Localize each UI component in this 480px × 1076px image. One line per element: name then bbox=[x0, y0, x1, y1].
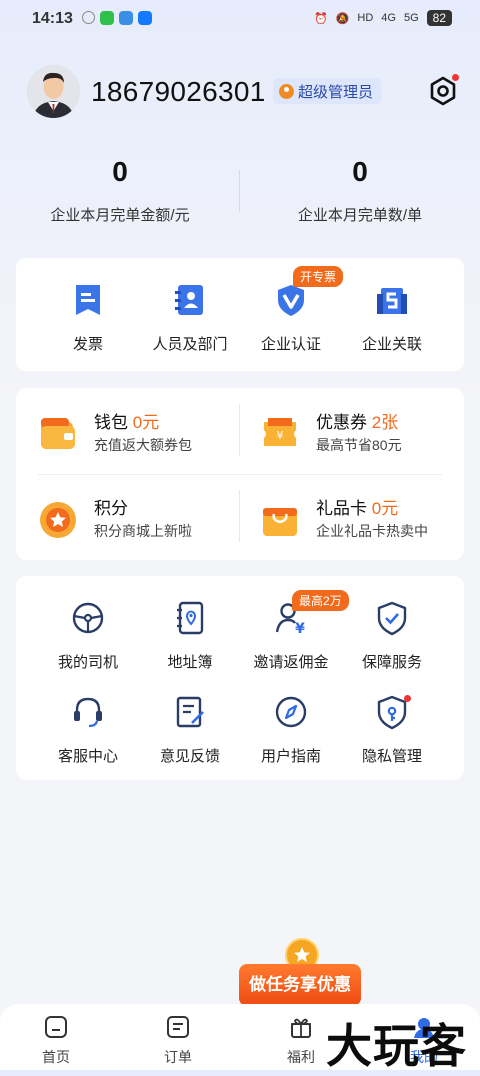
address-book-icon bbox=[177, 601, 204, 635]
signal-4g: 4G bbox=[381, 12, 396, 24]
svg-text:¥: ¥ bbox=[277, 429, 284, 442]
service-feedback[interactable]: 意见反馈 bbox=[134, 694, 246, 766]
task-promo-button[interactable]: 做任务享优惠 bbox=[239, 964, 361, 1006]
stat-amount-value: 0 bbox=[112, 156, 128, 187]
user-phone: 18679026301 bbox=[91, 76, 266, 107]
service-label: 隐私管理 bbox=[361, 748, 422, 765]
points-sub: 积分商城上新啦 bbox=[94, 523, 192, 539]
giftcard-item[interactable]: 礼品卡 0元 企业礼品卡热卖中 bbox=[260, 494, 470, 554]
shortcut-link[interactable]: 企业关联 bbox=[336, 282, 448, 354]
settings-button[interactable] bbox=[426, 74, 460, 108]
stat-orders-label: 企业本月完单数/单 bbox=[297, 207, 423, 224]
points-item[interactable]: 积分 积分商城上新啦 bbox=[38, 494, 248, 554]
shortcut-certification[interactable]: 企业认证 bbox=[235, 282, 347, 354]
giftcard-title: 礼品卡 0元 bbox=[316, 499, 399, 518]
divider bbox=[239, 404, 240, 456]
staff-icon bbox=[175, 285, 203, 315]
shortcut-label: 企业认证 bbox=[260, 336, 321, 353]
status-app-icons bbox=[82, 11, 152, 25]
role-label: 超级管理员 bbox=[298, 83, 374, 101]
divider bbox=[239, 490, 240, 542]
hd-badge: HD bbox=[357, 12, 374, 24]
status-time: 14:13 bbox=[32, 10, 73, 27]
steering-wheel-icon bbox=[72, 602, 104, 634]
wallet-icon bbox=[41, 418, 75, 449]
stat-amount[interactable]: 0 企业本月完单金额/元 bbox=[0, 156, 240, 225]
settings-notification-dot bbox=[452, 74, 459, 81]
invoice-icon bbox=[76, 285, 100, 315]
coupon-item[interactable]: ¥ 优惠券 2张 最高节省80元 bbox=[260, 408, 470, 468]
services-card: 我的司机 地址簿 ¥ 邀请返佣金 最高2万 保障服务 客服中心 意见反馈 用户指… bbox=[16, 576, 464, 780]
order-icon bbox=[167, 1016, 189, 1038]
signal-5g: 5G bbox=[403, 12, 419, 24]
nav-label: 订单 bbox=[164, 1049, 192, 1065]
giftcard-sub: 企业礼品卡热卖中 bbox=[316, 523, 428, 539]
service-user-guide[interactable]: 用户指南 bbox=[235, 694, 347, 766]
app-icon bbox=[119, 11, 133, 25]
gift-icon bbox=[291, 1018, 311, 1038]
shortcut-label: 企业关联 bbox=[361, 336, 422, 353]
shortcut-label: 人员及部门 bbox=[152, 336, 228, 353]
privacy-notification-dot bbox=[404, 695, 411, 702]
service-label: 我的司机 bbox=[57, 654, 118, 671]
points-icon bbox=[40, 502, 76, 538]
nav-label: 首页 bbox=[42, 1049, 70, 1065]
app-icon bbox=[100, 11, 114, 25]
service-label: 地址簿 bbox=[167, 654, 213, 671]
coupon-title: 优惠券 2张 bbox=[316, 413, 399, 432]
avatar[interactable] bbox=[27, 65, 80, 118]
nav-home[interactable]: 首页 bbox=[16, 1014, 96, 1067]
stat-orders[interactable]: 0 企业本月完单数/单 bbox=[240, 156, 480, 225]
svg-text:¥: ¥ bbox=[295, 621, 305, 636]
notification-icon bbox=[82, 11, 95, 24]
mute-icon: 🔕 bbox=[335, 12, 350, 25]
watermark-logo: 大玩客 bbox=[326, 1019, 467, 1073]
battery-level: 82 bbox=[426, 10, 452, 26]
service-my-driver[interactable]: 我的司机 bbox=[32, 600, 144, 672]
feedback-icon bbox=[176, 696, 204, 728]
service-address-book[interactable]: 地址簿 bbox=[134, 600, 246, 672]
coupon-sub: 最高节省80元 bbox=[316, 437, 402, 453]
service-label: 保障服务 bbox=[361, 654, 422, 671]
points-title: 积分 bbox=[94, 499, 128, 518]
home-icon bbox=[45, 1016, 67, 1038]
status-bar: 14:13 ⏰ 🔕 HD 4G 5G 82 bbox=[0, 0, 480, 38]
wallet-item[interactable]: 钱包 0元 充值返大额券包 bbox=[38, 408, 248, 468]
service-label: 邀请返佣金 bbox=[253, 654, 329, 671]
wallet-title: 钱包 0元 bbox=[94, 413, 160, 432]
service-privacy[interactable]: 隐私管理 bbox=[336, 694, 448, 766]
service-label: 客服中心 bbox=[57, 748, 118, 765]
nav-orders[interactable]: 订单 bbox=[138, 1014, 218, 1067]
link-icon bbox=[377, 288, 407, 314]
wallet-card: 钱包 0元 充值返大额券包 ¥ 优惠券 2张 最高节省80元 积分 积分商城上新… bbox=[16, 388, 464, 560]
app-icon bbox=[138, 11, 152, 25]
giftcard-balance: 0元 bbox=[371, 499, 399, 518]
enterprise-shortcuts-card: 发票 人员及部门 企业认证 开专票 企业关联 bbox=[16, 258, 464, 371]
role-badge: 超级管理员 bbox=[273, 78, 382, 104]
wallet-sub: 充值返大额券包 bbox=[94, 437, 192, 453]
service-protection[interactable]: 保障服务 bbox=[336, 600, 448, 672]
shortcut-label: 发票 bbox=[72, 336, 103, 353]
certification-icon bbox=[278, 285, 304, 316]
role-icon bbox=[279, 83, 294, 99]
status-indicators: ⏰ 🔕 HD 4G 5G 82 bbox=[314, 10, 452, 26]
coupon-icon: ¥ bbox=[264, 418, 296, 446]
coupon-count: 2张 bbox=[371, 413, 399, 432]
stat-amount-label: 企业本月完单金额/元 bbox=[50, 207, 190, 224]
alarm-icon: ⏰ bbox=[313, 12, 328, 25]
headset-icon bbox=[74, 697, 102, 728]
avatar-image bbox=[27, 65, 80, 118]
service-customer-center[interactable]: 客服中心 bbox=[32, 694, 144, 766]
wallet-balance: 0元 bbox=[132, 413, 160, 432]
giftcard-icon bbox=[263, 508, 297, 536]
service-label: 意见反馈 bbox=[159, 748, 220, 765]
compass-icon bbox=[275, 696, 307, 728]
shortcut-staff[interactable]: 人员及部门 bbox=[134, 282, 246, 354]
stat-orders-value: 0 bbox=[352, 156, 368, 187]
shield-check-icon bbox=[377, 601, 407, 636]
service-label: 用户指南 bbox=[260, 748, 321, 765]
shortcut-invoice[interactable]: 发票 bbox=[32, 282, 144, 354]
divider bbox=[38, 474, 442, 475]
